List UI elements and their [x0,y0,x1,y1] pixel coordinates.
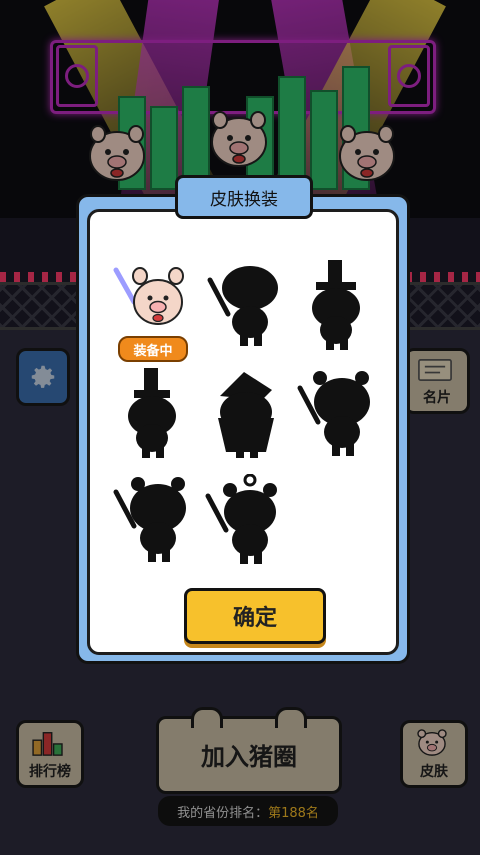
locked-skin-silhouette-icon [312,260,360,350]
locked-skin-silhouette-icon [297,371,370,456]
skin-item[interactable] [200,258,288,354]
equipped-badge: 装备中 [118,336,188,362]
confirm-button[interactable]: 确定 [184,588,326,644]
dialog-title: 皮肤换装 [175,175,313,219]
skin-item[interactable]: 装备中 [108,258,196,362]
locked-skin-silhouette-icon [128,368,176,458]
skin-item[interactable] [292,366,380,462]
locked-skin-silhouette-icon [218,372,274,458]
skin-dialog: 装备中 确定 皮肤换装 [76,175,410,664]
skin-item[interactable] [108,474,196,570]
skin-item[interactable] [200,473,288,570]
locked-skin-silhouette-icon [207,266,278,346]
pig-skin-icon [113,267,184,325]
skin-item[interactable] [200,366,288,462]
skin-dialog-body: 装备中 确定 [87,209,399,655]
locked-skin-silhouette-icon [205,473,277,564]
skin-item[interactable] [108,366,196,462]
skin-item[interactable] [292,258,380,354]
locked-skin-silhouette-icon [113,477,186,562]
